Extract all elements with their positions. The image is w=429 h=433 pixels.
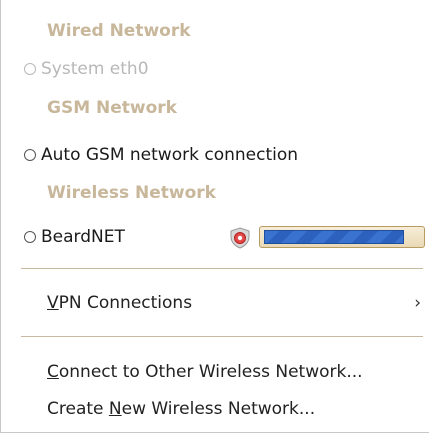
radio-unchecked-icon [24, 231, 36, 243]
vpn-connections-label: VPN Connections [47, 293, 192, 313]
create-new-prefix: Create [47, 399, 109, 419]
signal-strength-bar [259, 226, 425, 248]
menu-item-vpn-connections[interactable]: VPN Connections › [1, 286, 429, 320]
wireless-network-header-label: Wireless Network [47, 183, 216, 203]
shield-lock-icon [230, 227, 250, 249]
gsm-network-header-label: GSM Network [47, 98, 177, 118]
signal-strength-fill [264, 230, 405, 244]
menu-item-system-eth0[interactable]: System eth0 [1, 52, 429, 86]
separator [21, 336, 423, 337]
network-menu: Wired Network System eth0 GSM Network Au… [0, 0, 429, 433]
menu-item-create-new-wireless[interactable]: Create New Wireless Network... [1, 392, 429, 426]
menu-item-connect-other-wireless[interactable]: Connect to Other Wireless Network... [1, 355, 429, 389]
separator [21, 268, 423, 269]
wired-network-header-label: Wired Network [47, 21, 191, 41]
wired-network-header: Wired Network [1, 14, 429, 48]
radio-unchecked-icon [24, 149, 36, 161]
connect-other-label-rest: onnect to Other Wireless Network... [58, 362, 363, 382]
wireless-network-header: Wireless Network [1, 176, 429, 210]
gsm-network-header: GSM Network [1, 91, 429, 125]
radio-unchecked-icon [24, 63, 36, 75]
menu-item-beardnet[interactable]: BeardNET [1, 220, 429, 254]
create-new-label: Create New Wireless Network... [47, 399, 315, 419]
connect-other-mnemonic: C [47, 362, 59, 382]
auto-gsm-label: Auto GSM network connection [41, 145, 299, 165]
connect-other-label: Connect to Other Wireless Network... [47, 362, 363, 382]
menu-item-auto-gsm[interactable]: Auto GSM network connection [1, 138, 429, 172]
chevron-right-icon: › [414, 293, 421, 313]
vpn-label-rest: PN Connections [58, 293, 193, 313]
beardnet-ssid-label: BeardNET [41, 227, 125, 247]
create-new-mnemonic: N [108, 399, 122, 419]
create-new-label-rest: ew Wireless Network... [121, 399, 316, 419]
vpn-mnemonic: V [47, 293, 59, 313]
system-eth0-label: System eth0 [41, 59, 149, 79]
